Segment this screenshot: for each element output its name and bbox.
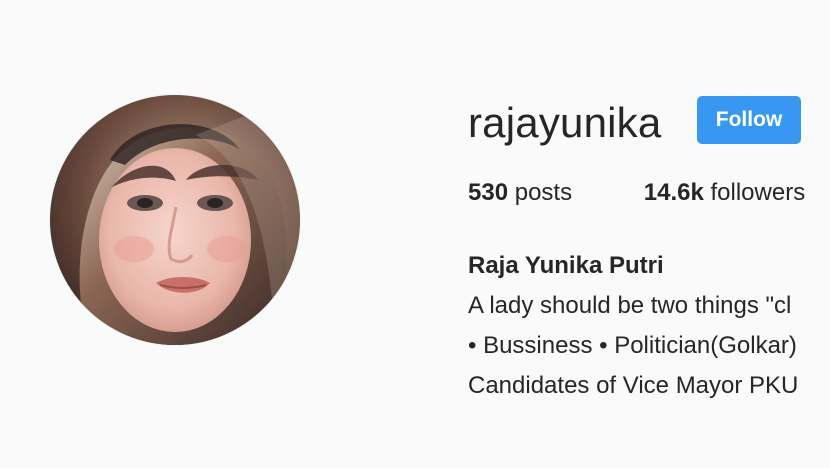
profile-stats: 530 posts 14.6k followers [468, 178, 805, 208]
follow-button[interactable]: Follow [697, 96, 801, 144]
posts-count-link[interactable]: 530 posts [468, 178, 572, 208]
posts-label: posts [514, 179, 573, 206]
bio-line: Candidates of Vice Mayor PKU [468, 372, 799, 399]
posts-count: 530 [468, 179, 509, 206]
profile-info: rajayunika Follow 530 posts 14.6k follow… [468, 0, 830, 468]
profile-bio: Raja Yunika Putri A lady should be two t… [468, 246, 830, 406]
full-name: Raja Yunika Putri [468, 252, 664, 279]
bio-line: • Bussiness • Politician(Golkar) [468, 332, 797, 359]
bio-line: A lady should be two things "cl [468, 292, 792, 319]
followers-count-link[interactable]: 14.6k followers [644, 178, 805, 208]
followers-label: followers [710, 179, 806, 206]
profile-photo [50, 95, 300, 345]
username: rajayunika [468, 99, 662, 146]
profile-avatar[interactable] [50, 95, 300, 345]
followers-count: 14.6k [643, 179, 704, 206]
